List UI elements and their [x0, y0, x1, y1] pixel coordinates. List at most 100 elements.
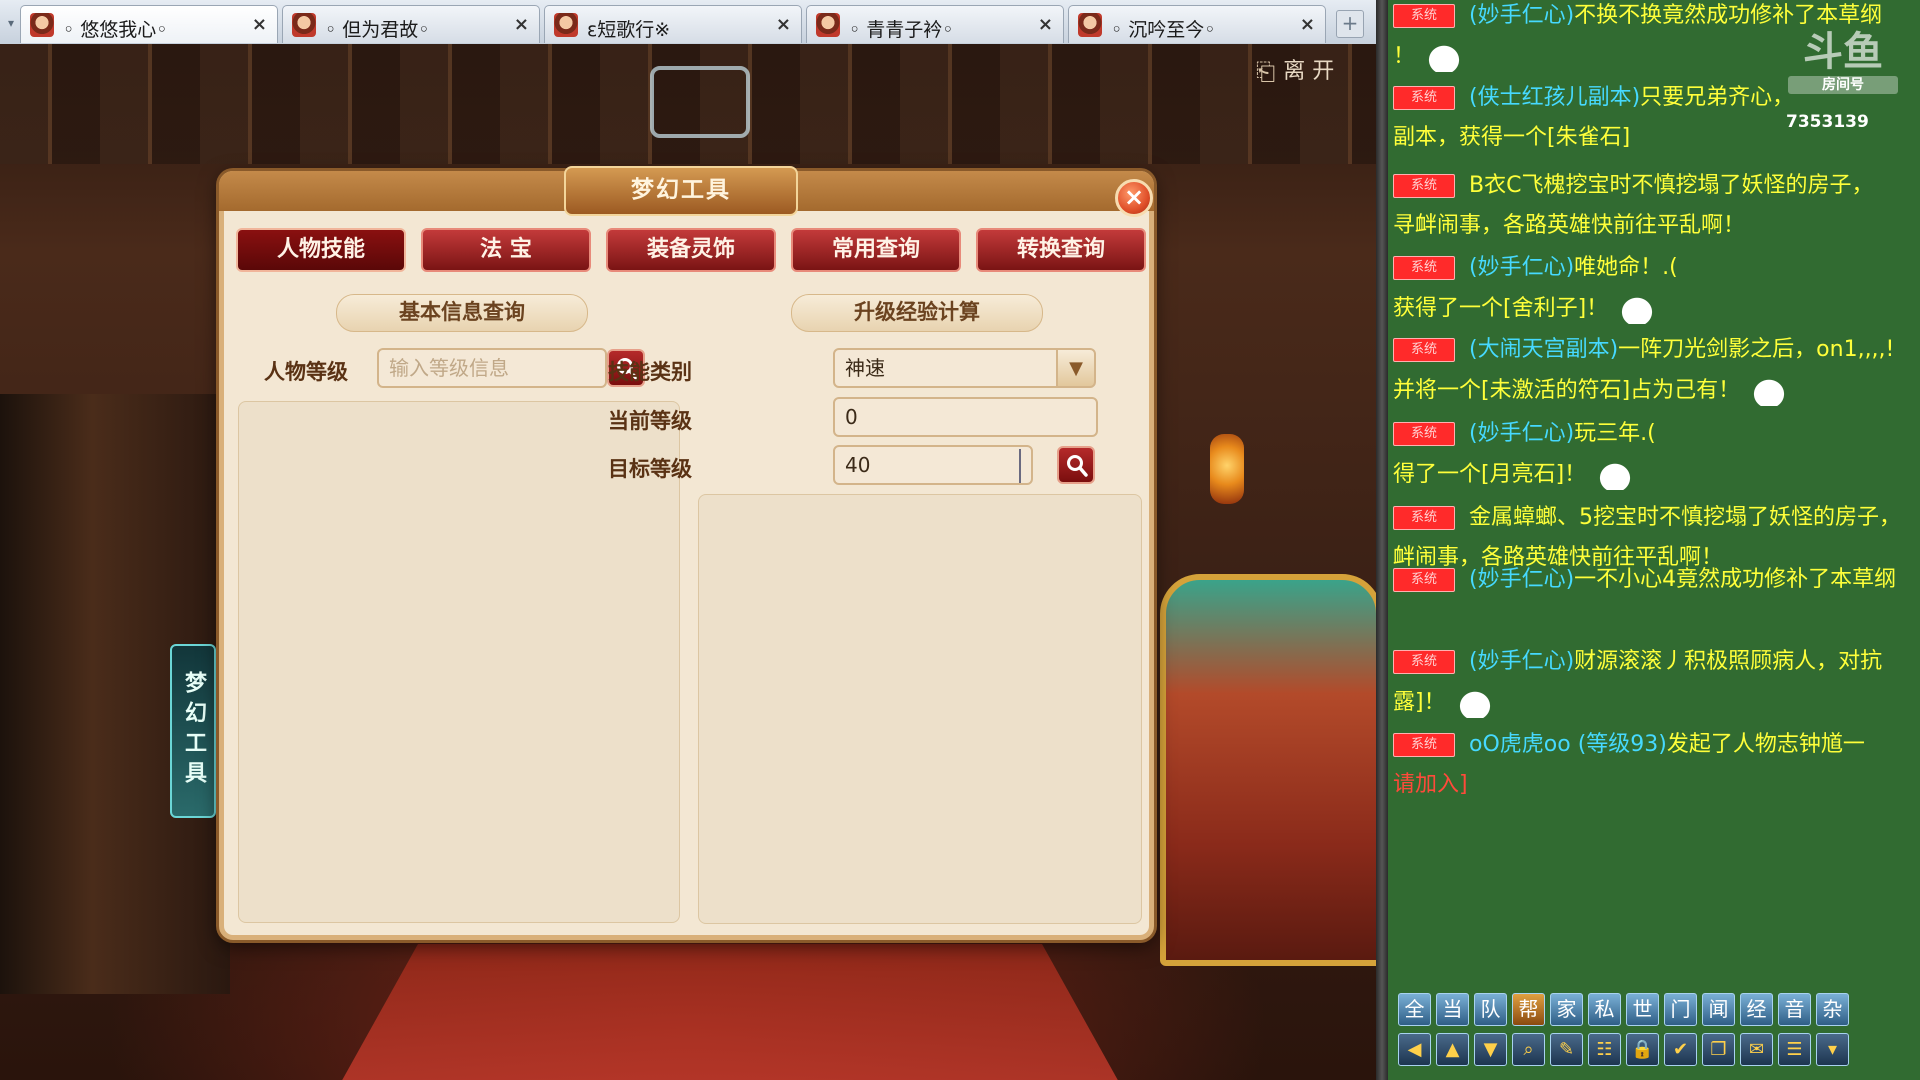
- tab-common-query[interactable]: 常用查询: [791, 228, 961, 272]
- chat-message: 系统 (妙手仁心)玩三年.( 得了一个[月亮石]！: [1393, 420, 1920, 490]
- channel-button[interactable]: 队: [1474, 993, 1507, 1026]
- emoticon-icon: [1455, 688, 1494, 718]
- tab-treasure[interactable]: 法 宝: [421, 228, 591, 272]
- chat-message-line: 副本，获得一个[朱雀石]: [1393, 124, 1920, 152]
- target-level-input[interactable]: 40: [833, 445, 1033, 485]
- dream-tool-dialog: 梦幻工具 × 人物技能 法 宝 装备灵饰 常用查询 转换查询 基本信息查询 人物…: [219, 166, 1154, 940]
- chat-message: 系统 (妙手仁心)财源滚滚丿积极照顾病人，对抗 露]！: [1393, 648, 1920, 718]
- current-level-input[interactable]: 0: [833, 397, 1098, 437]
- channel-button[interactable]: 经: [1740, 993, 1773, 1026]
- chat-tools-toolbar: ◀ ▲ ▼ ⌕ ✎ ☷ 🔒 ✔ ❐ ✉ ☰ ▾: [1398, 1033, 1918, 1067]
- leave-label: 离 开: [1283, 59, 1335, 84]
- channel-button[interactable]: 家: [1550, 993, 1583, 1026]
- tab-1[interactable]: ◦ 悠悠我心◦ ×: [20, 5, 278, 43]
- chat-message: 系统 B衣C飞槐挖宝时不慎挖塌了妖怪的房子， 寻衅闹事，各路英雄快前往平乱啊！: [1393, 172, 1920, 240]
- chat-message-text[interactable]: (妙手仁心): [1469, 3, 1574, 28]
- tab-close-icon[interactable]: ×: [776, 14, 791, 35]
- chat-message-line: 系统 (妙手仁心)唯她命！.(: [1393, 254, 1920, 282]
- exp-search-button[interactable]: [1057, 446, 1095, 484]
- chat-message: 系统 金属蟑螂、5挖宝时不慎挖塌了妖怪的房子， 衅闹事，各路英雄快前往平乱啊！: [1393, 504, 1920, 572]
- chat-message-line: 系统 oO虎虎oo (等级93)发起了人物志钟馗一: [1393, 731, 1920, 759]
- chat-message: 系统 (妙手仁心)一不小心4竟然成功修补了本草纲: [1393, 566, 1920, 594]
- chat-message-text: 金属蟑螂、5挖宝时不慎挖塌了妖怪的房子，: [1469, 505, 1901, 530]
- chat-message-text[interactable]: (侠士红孩儿副本): [1469, 85, 1640, 110]
- system-tag: 系统: [1393, 174, 1455, 198]
- tab-3[interactable]: ε短歌行※ ×: [544, 5, 802, 43]
- chat-message-line: 系统 (妙手仁心)财源滚滚丿积极照顾病人，对抗: [1393, 648, 1920, 676]
- search-icon[interactable]: ⌕: [1512, 1033, 1545, 1066]
- chat-message-text[interactable]: (大闹天宫副本): [1469, 337, 1618, 362]
- lantern: [1210, 434, 1244, 504]
- chat-message-text[interactable]: (妙手仁心): [1469, 421, 1574, 446]
- tab-scroll-left-icon[interactable]: ▾: [4, 14, 18, 32]
- dream-tool-side-button[interactable]: 梦幻工具: [170, 644, 216, 818]
- window-icon[interactable]: ❐: [1702, 1033, 1735, 1066]
- tab-2[interactable]: ◦ 但为君故◦ ×: [282, 5, 540, 43]
- tab-equipment-ornaments[interactable]: 装备灵饰: [606, 228, 776, 272]
- list-icon[interactable]: ☰: [1778, 1033, 1811, 1066]
- chat-message-text[interactable]: (妙手仁心): [1469, 567, 1574, 592]
- chat-message-line: 系统 (妙手仁心)不换不换竟然成功修补了本草纲: [1393, 2, 1920, 30]
- lock-icon[interactable]: 🔒: [1626, 1033, 1659, 1066]
- channel-button[interactable]: 世: [1626, 993, 1659, 1026]
- chat-message: 系统 (妙手仁心)唯她命！.(获得了一个[舍利子]！: [1393, 254, 1920, 324]
- down-icon[interactable]: ▼: [1474, 1033, 1507, 1066]
- channel-button[interactable]: 门: [1664, 993, 1697, 1026]
- character-avatar-icon: [554, 13, 578, 37]
- chat-message-line: ！: [1393, 42, 1920, 72]
- group-icon[interactable]: ☷: [1588, 1033, 1621, 1066]
- channel-button[interactable]: 杂: [1816, 993, 1849, 1026]
- check-icon[interactable]: ✔: [1664, 1033, 1697, 1066]
- dropdown-icon[interactable]: ▾: [1816, 1033, 1849, 1066]
- chat-message-text[interactable]: (妙手仁心): [1469, 255, 1574, 280]
- dialog-title: 梦幻工具: [564, 166, 798, 216]
- back-icon[interactable]: ◀: [1398, 1033, 1431, 1066]
- chat-message-text: 一阵刀光剑影之后，on1,,,,!: [1618, 337, 1895, 362]
- bubble-icon[interactable]: ✉: [1740, 1033, 1773, 1066]
- channel-button[interactable]: 当: [1436, 993, 1469, 1026]
- chat-message-text: 请加入]: [1393, 772, 1468, 797]
- chat-message: 系统 oO虎虎oo (等级93)发起了人物志钟馗一 请加入]: [1393, 731, 1920, 799]
- chat-message-text: B衣C飞槐挖宝时不慎挖塌了妖怪的房子，: [1469, 173, 1874, 198]
- chat-message-text[interactable]: (妙手仁心): [1469, 649, 1574, 674]
- system-tag: 系统: [1393, 733, 1455, 757]
- tab-close-icon[interactable]: ×: [252, 14, 267, 35]
- chat-message-text: ！: [1393, 44, 1416, 69]
- skill-type-select[interactable]: 神速: [833, 348, 1058, 388]
- chat-message-text[interactable]: oO虎虎oo (等级93): [1469, 732, 1667, 757]
- new-tab-button[interactable]: +: [1336, 10, 1364, 38]
- character-avatar-icon: [292, 13, 316, 37]
- tab-close-icon[interactable]: ×: [1038, 14, 1053, 35]
- character-avatar-icon: [816, 13, 840, 37]
- leave-button[interactable]: ⎗ 离 开: [1256, 53, 1368, 91]
- tab-close-icon[interactable]: ×: [1300, 14, 1315, 35]
- chat-message-text: 玩三年.(: [1574, 421, 1656, 446]
- text-cursor: [1019, 449, 1021, 483]
- character-level-input[interactable]: 输入等级信息: [377, 348, 607, 388]
- tab-label: ◦ 青青子衿◦: [849, 19, 954, 41]
- note-icon[interactable]: ✎: [1550, 1033, 1583, 1066]
- system-tag: 系统: [1393, 422, 1455, 446]
- channel-button[interactable]: 全: [1398, 993, 1431, 1026]
- tab-label: ◦ 悠悠我心◦: [63, 19, 168, 41]
- system-tag: 系统: [1393, 4, 1455, 28]
- channel-button[interactable]: 闻: [1702, 993, 1735, 1026]
- channel-button[interactable]: 帮: [1512, 993, 1545, 1026]
- chat-message-line: 得了一个[月亮石]！: [1393, 460, 1920, 490]
- emoticon-icon: [1425, 42, 1464, 72]
- tab-conversion-query[interactable]: 转换查询: [976, 228, 1146, 272]
- dialog-close-button[interactable]: ×: [1115, 179, 1153, 217]
- chat-message-text: 寻衅闹事，各路英雄快前往平乱啊！: [1393, 213, 1746, 238]
- panel-divider[interactable]: [1376, 0, 1388, 1080]
- tab-4[interactable]: ◦ 青青子衿◦ ×: [806, 5, 1064, 43]
- chat-message-line: 系统 (侠士红孩儿副本)只要兄弟齐心，: [1393, 84, 1920, 112]
- tab-character-skills[interactable]: 人物技能: [236, 228, 406, 272]
- chevron-down-icon[interactable]: ▼: [1056, 348, 1096, 388]
- tab-5[interactable]: ◦ 沉吟至今◦ ×: [1068, 5, 1326, 43]
- channel-button[interactable]: 音: [1778, 993, 1811, 1026]
- tab-close-icon[interactable]: ×: [514, 14, 529, 35]
- up-icon[interactable]: ▲: [1436, 1033, 1469, 1066]
- channel-toolbar: 全当队帮家私世门闻经音杂: [1398, 993, 1918, 1027]
- chat-message-text: 得了一个[月亮石]！: [1393, 462, 1587, 487]
- channel-button[interactable]: 私: [1588, 993, 1621, 1026]
